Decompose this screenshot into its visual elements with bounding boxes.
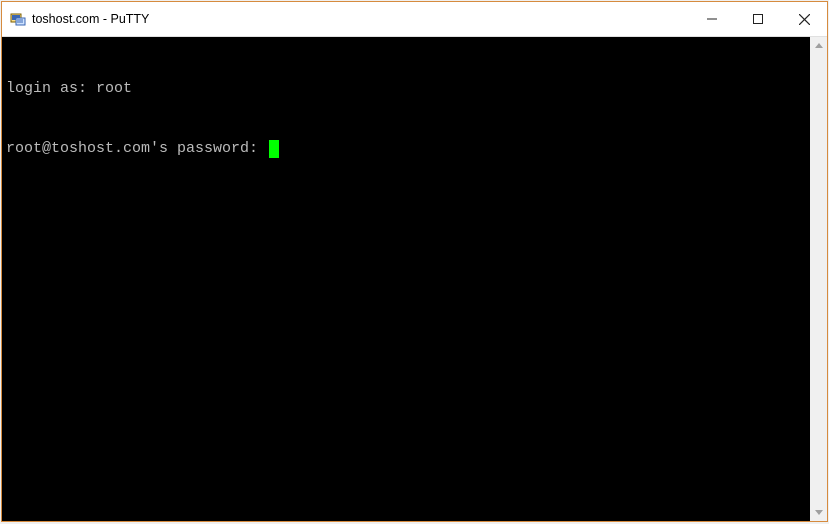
terminal-line-2: root@toshost.com's password: [6,139,806,159]
scroll-track[interactable] [810,54,827,504]
password-prompt: root@toshost.com's password: [6,140,267,157]
window-controls [689,2,827,36]
maximize-button[interactable] [735,2,781,36]
close-button[interactable] [781,2,827,36]
terminal-area: login as: root root@toshost.com's passwo… [2,36,827,521]
minimize-button[interactable] [689,2,735,36]
titlebar[interactable]: toshost.com - PuTTY [2,2,827,36]
window-title: toshost.com - PuTTY [32,12,689,26]
terminal-line-1: login as: root [6,79,806,99]
login-input-value: root [96,80,132,97]
login-prompt: login as: [6,80,96,97]
terminal[interactable]: login as: root root@toshost.com's passwo… [2,37,810,521]
putty-window: toshost.com - PuTTY login as: root root@… [1,1,828,522]
putty-icon [10,11,26,27]
vertical-scrollbar[interactable] [810,37,827,521]
scroll-up-arrow[interactable] [810,37,827,54]
cursor [269,140,279,158]
scroll-down-arrow[interactable] [810,504,827,521]
